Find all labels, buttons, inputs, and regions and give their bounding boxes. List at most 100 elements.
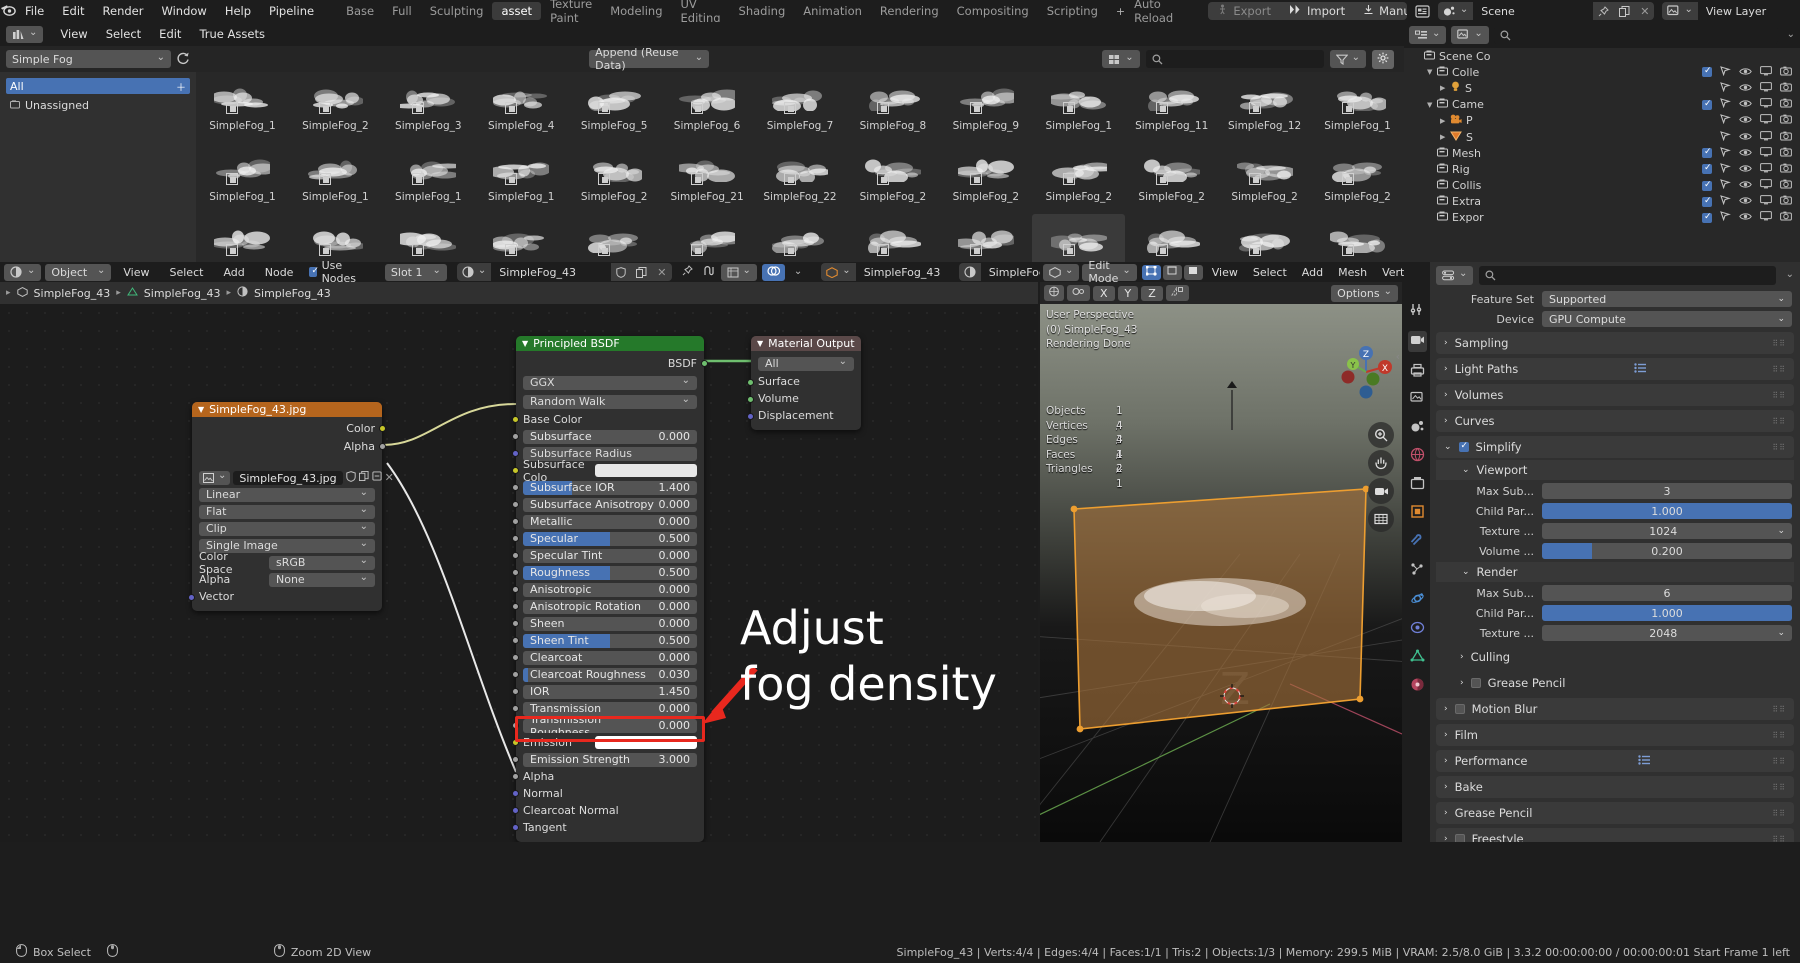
sidebar-toggle-icon[interactable]: ‹ — [1396, 350, 1400, 363]
socket-clearcoat-normal[interactable] — [512, 807, 519, 814]
subpanel-chevron-icon[interactable]: › — [1460, 652, 1464, 662]
socket-clearcoat[interactable] — [512, 654, 519, 661]
panel-drag-grip[interactable]: ⠿⠿ — [1772, 757, 1786, 766]
scene-icon[interactable] — [1438, 5, 1473, 17]
bsdf-input-metallic[interactable]: Metallic 0.000 — [512, 513, 704, 530]
outliner-display-mode[interactable] — [1409, 26, 1447, 44]
menu-edit[interactable]: Edit — [53, 4, 93, 18]
disable-render-camera-icon[interactable] — [1780, 211, 1792, 224]
disable-viewport-monitor-icon[interactable] — [1760, 82, 1772, 95]
hide-viewport-eye-icon[interactable] — [1739, 195, 1752, 208]
asset-grid[interactable]: SimpleFog_1 SimpleFog_2 SimpleFog_3 Simp… — [196, 72, 1404, 262]
socket-base-color[interactable] — [512, 416, 519, 423]
fake-user-icon[interactable] — [611, 266, 631, 278]
bsdf-input-anisotropic-rotation[interactable]: Anisotropic Rotation 0.000 — [512, 598, 704, 615]
outliner-expand-icon[interactable]: ▼ — [1427, 101, 1437, 109]
hide-viewport-eye-icon[interactable] — [1739, 131, 1752, 144]
new-scene-icon[interactable] — [1614, 5, 1635, 17]
bsdf-slider[interactable]: Specular 0.500 — [523, 531, 697, 546]
node-alpha-mode-row[interactable]: Alpha None — [192, 571, 382, 588]
asset-item[interactable]: SimpleFog_1 — [1032, 72, 1125, 143]
asset-item[interactable]: SimpleFog_5 — [568, 72, 661, 143]
properties-panel-film[interactable]: › Film ⠿⠿ — [1436, 724, 1794, 746]
asset-item[interactable]: SimpleFog_1 — [196, 72, 289, 143]
panel-chevron-icon[interactable]: › — [1444, 756, 1448, 766]
bsdf-input-normal[interactable]: Normal — [512, 785, 704, 802]
viewport-menu-select[interactable]: Select — [1247, 266, 1293, 279]
socket-ior[interactable] — [512, 688, 519, 695]
collapse-chevron-icon[interactable]: ▼ — [198, 405, 204, 414]
bsdf-input-clearcoat-roughness[interactable]: Clearcoat Roughness 0.030 — [512, 666, 704, 683]
property-value[interactable]: 6 — [1542, 585, 1792, 601]
viewport-canvas[interactable]: Z — [1040, 304, 1402, 842]
unlink-scene-icon[interactable]: ✕ — [1635, 5, 1654, 18]
workspace-tab-modeling[interactable]: Modeling — [601, 2, 671, 20]
socket-alpha-out[interactable] — [379, 443, 386, 450]
panel-chevron-icon[interactable]: › — [1444, 390, 1448, 400]
asset-item[interactable]: SimpleFog_22 — [754, 143, 847, 214]
asset-item[interactable]: SimpleFog_3 — [661, 214, 754, 262]
editor-type-asset-browser[interactable] — [6, 25, 44, 43]
asset-item[interactable]: SimpleFog_3 — [1125, 214, 1218, 262]
scene-selector[interactable]: Scene ✕ — [1437, 2, 1655, 20]
outliner-row[interactable]: Collis — [1404, 178, 1800, 194]
disable-render-camera-icon[interactable] — [1780, 163, 1792, 176]
transform-orientation-icon[interactable] — [1044, 285, 1064, 301]
node-principled-bsdf-header[interactable]: ▼ Principled BSDF — [516, 336, 704, 351]
socket-subsurface[interactable] — [512, 433, 519, 440]
preset-icon[interactable] — [1638, 754, 1651, 768]
asset-item[interactable]: SimpleFog_2 — [289, 72, 382, 143]
export-button[interactable]: Export — [1208, 2, 1280, 20]
socket-bsdf-out[interactable] — [701, 360, 708, 367]
node-principled-bsdf[interactable]: ▼ Principled BSDF BSDF GGX ⌄ Random Walk… — [512, 336, 708, 842]
output-icon[interactable] — [1410, 363, 1425, 380]
workspace-tab-shading[interactable]: Shading — [730, 2, 795, 20]
shader-menu-add[interactable]: Add — [215, 266, 252, 279]
asset-item[interactable]: SimpleFog_3 — [1032, 214, 1126, 262]
editor-type-viewport[interactable] — [1043, 263, 1080, 281]
workspace-tab-asset[interactable]: asset — [492, 2, 542, 20]
asset-item[interactable]: SimpleFog_3 — [754, 214, 847, 262]
asset-menu-true-assets[interactable]: True Assets — [190, 27, 274, 41]
tool-icon[interactable] — [1410, 302, 1425, 320]
bsdf-slider[interactable]: Subsurface Anisotropy 0.000 — [523, 497, 697, 512]
panel-chevron-icon[interactable]: › — [1444, 338, 1448, 348]
interaction-mode-select[interactable]: Edit Mode — [1082, 259, 1137, 285]
feature-set-select[interactable]: Supported ⌄ — [1542, 291, 1792, 307]
properties-panel-motion-blur[interactable]: › Motion Blur ⠿⠿ — [1436, 698, 1794, 720]
asset-menu-select[interactable]: Select — [97, 27, 150, 41]
bsdf-slider[interactable]: Specular Tint 0.000 — [523, 548, 697, 563]
axis-lock-x[interactable]: X — [1093, 285, 1115, 301]
node-projection-row[interactable]: Flat — [192, 503, 382, 520]
node-extension-row[interactable]: Clip — [192, 520, 382, 537]
view-layer-name[interactable]: View Layer — [1697, 2, 1800, 20]
outliner-row[interactable]: ▼ Colle — [1404, 64, 1800, 80]
node-target-row[interactable]: All — [751, 354, 861, 373]
property-row-volume-[interactable]: Volume ... 0.200 — [1438, 542, 1792, 560]
viewport-menu-mesh[interactable]: Mesh — [1332, 266, 1373, 279]
property-value[interactable]: 2048 ⌄ — [1542, 625, 1792, 641]
asset-item[interactable]: SimpleFog_1 — [289, 143, 382, 214]
socket-displacement-in[interactable] — [747, 413, 754, 420]
socket-metallic[interactable] — [512, 518, 519, 525]
panel-drag-grip[interactable]: ⠿⠿ — [1772, 339, 1786, 348]
select-restrict-icon[interactable] — [1720, 179, 1731, 192]
asset-item[interactable]: SimpleFog_41 — [1311, 214, 1404, 262]
asset-item[interactable]: SimpleFog_32 — [475, 214, 568, 262]
bsdf-input-specular-tint[interactable]: Specular Tint 0.000 — [512, 547, 704, 564]
bsdf-input-alpha[interactable]: Alpha — [512, 768, 704, 785]
outliner-row[interactable]: ▼ Came — [1404, 97, 1800, 113]
bsdf-slider[interactable]: Sheen 0.000 — [523, 616, 697, 631]
panel-checkbox[interactable] — [1454, 704, 1465, 714]
panel-chevron-icon[interactable]: ⌄ — [1444, 442, 1452, 452]
collection-props-icon[interactable] — [1410, 476, 1425, 493]
node-image-texture[interactable]: ▼ SimpleFog_43.jpg Color Alpha ⌄ SimpleF… — [188, 402, 394, 611]
ortho-persp-icon[interactable] — [1368, 506, 1394, 532]
disable-viewport-monitor-icon[interactable] — [1760, 211, 1772, 224]
socket-surface-in[interactable] — [747, 379, 754, 386]
constraints-icon[interactable] — [1410, 620, 1425, 638]
property-row-texture-[interactable]: Texture ... 2048 ⌄ — [1438, 624, 1792, 642]
socket-emission-strength[interactable] — [512, 756, 519, 763]
image-unlink-icon[interactable]: ✕ — [385, 471, 394, 484]
use-nodes-toggle[interactable]: Use Nodes — [309, 259, 358, 285]
